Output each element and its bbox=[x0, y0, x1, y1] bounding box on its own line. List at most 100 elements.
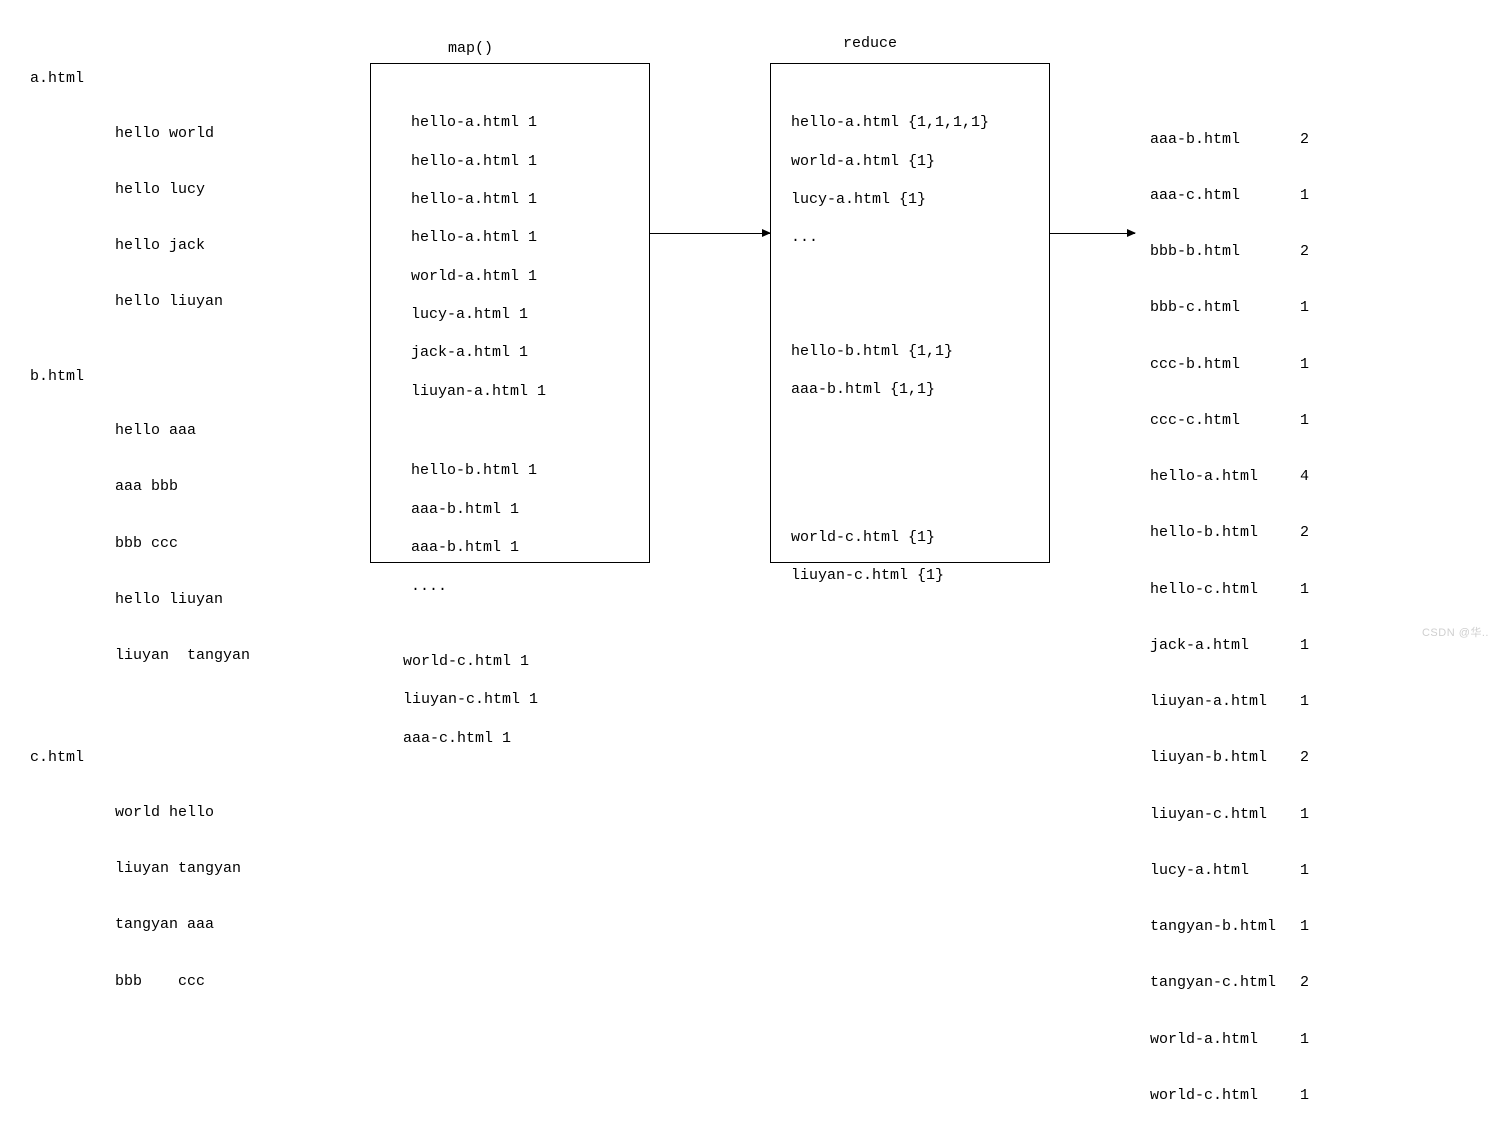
reduce-line: hello-a.html {1,1,1,1} bbox=[791, 113, 1029, 132]
map-label: map() bbox=[448, 40, 493, 57]
output-val: 1 bbox=[1300, 187, 1320, 206]
output-val: 2 bbox=[1300, 524, 1320, 543]
output-key: jack-a.html bbox=[1150, 637, 1300, 656]
diagram-stage: map() reduce a.html hello world hello lu… bbox=[0, 0, 1499, 648]
map-line: hello-a.html 1 bbox=[411, 228, 629, 247]
map-line: world-c.html 1 bbox=[403, 652, 629, 671]
output-val: 2 bbox=[1300, 131, 1320, 150]
reduce-line: liuyan-c.html {1} bbox=[791, 566, 1029, 585]
map-line: .... bbox=[411, 577, 629, 596]
arrow-map-to-reduce bbox=[650, 233, 770, 234]
output-val: 2 bbox=[1300, 974, 1320, 993]
output-row: world-a.html1 bbox=[1150, 1031, 1320, 1050]
output-val: 1 bbox=[1300, 693, 1320, 712]
file-line: bbb ccc bbox=[115, 973, 350, 992]
output-row: ccc-b.html1 bbox=[1150, 356, 1320, 375]
file-line: liuyan tangyan bbox=[115, 860, 350, 879]
file-b-label: b.html bbox=[30, 368, 350, 385]
map-line: liuyan-c.html 1 bbox=[403, 690, 629, 709]
output-key: lucy-a.html bbox=[1150, 862, 1300, 881]
output-key: hello-c.html bbox=[1150, 581, 1300, 600]
map-line: lucy-a.html 1 bbox=[411, 305, 629, 324]
output-row: world-c.html1 bbox=[1150, 1087, 1320, 1106]
output-row: tangyan-c.html2 bbox=[1150, 974, 1320, 993]
output-key: aaa-b.html bbox=[1150, 131, 1300, 150]
map-line: hello-b.html 1 bbox=[411, 461, 629, 480]
output-val: 1 bbox=[1300, 356, 1320, 375]
output-val: 1 bbox=[1300, 637, 1320, 656]
map-box: hello-a.html 1 hello-a.html 1 hello-a.ht… bbox=[370, 63, 650, 563]
output-list: aaa-b.html2 aaa-c.html1 bbb-b.html2 bbb-… bbox=[1150, 93, 1320, 1143]
output-val: 1 bbox=[1300, 412, 1320, 431]
reduce-line: aaa-b.html {1,1} bbox=[791, 380, 1029, 399]
output-val: 2 bbox=[1300, 749, 1320, 768]
output-val: 1 bbox=[1300, 581, 1320, 600]
map-line: hello-a.html 1 bbox=[411, 113, 629, 132]
file-a-label: a.html bbox=[30, 70, 350, 87]
output-row: aaa-b.html2 bbox=[1150, 131, 1320, 150]
file-line: hello liuyan bbox=[115, 293, 350, 312]
file-line: aaa bbb bbox=[115, 478, 350, 497]
output-val: 2 bbox=[1300, 243, 1320, 262]
output-row: bbb-c.html1 bbox=[1150, 299, 1320, 318]
watermark: CSDN @华.. bbox=[1422, 624, 1489, 640]
output-key: bbb-c.html bbox=[1150, 299, 1300, 318]
output-row: bbb-b.html2 bbox=[1150, 243, 1320, 262]
reduce-box: hello-a.html {1,1,1,1} world-a.html {1} … bbox=[770, 63, 1050, 563]
arrow-reduce-to-output bbox=[1050, 233, 1135, 234]
map-line: aaa-c.html 1 bbox=[403, 729, 629, 748]
output-row: lucy-a.html1 bbox=[1150, 862, 1320, 881]
file-line: liuyan tangyan bbox=[115, 647, 350, 666]
file-c-content: world hello liuyan tangyan tangyan aaa b… bbox=[115, 766, 350, 1029]
reduce-line: world-c.html {1} bbox=[791, 528, 1029, 547]
output-row: hello-c.html1 bbox=[1150, 581, 1320, 600]
output-key: tangyan-b.html bbox=[1150, 918, 1300, 937]
output-row: ccc-c.html1 bbox=[1150, 412, 1320, 431]
output-val: 4 bbox=[1300, 468, 1320, 487]
output-key: ccc-b.html bbox=[1150, 356, 1300, 375]
output-row: liuyan-c.html1 bbox=[1150, 806, 1320, 825]
file-line: tangyan aaa bbox=[115, 916, 350, 935]
reduce-line: world-a.html {1} bbox=[791, 152, 1029, 171]
output-key: tangyan-c.html bbox=[1150, 974, 1300, 993]
output-row: hello-a.html4 bbox=[1150, 468, 1320, 487]
output-key: ccc-c.html bbox=[1150, 412, 1300, 431]
output-key: world-a.html bbox=[1150, 1031, 1300, 1050]
map-line: world-a.html 1 bbox=[411, 267, 629, 286]
output-row: jack-a.html1 bbox=[1150, 637, 1320, 656]
output-row: liuyan-a.html1 bbox=[1150, 693, 1320, 712]
output-key: liuyan-b.html bbox=[1150, 749, 1300, 768]
file-line: hello jack bbox=[115, 237, 350, 256]
map-line: liuyan-a.html 1 bbox=[411, 382, 629, 401]
file-line: world hello bbox=[115, 804, 350, 823]
map-line: aaa-b.html 1 bbox=[411, 538, 629, 557]
output-row: liuyan-b.html2 bbox=[1150, 749, 1320, 768]
file-line: bbb ccc bbox=[115, 535, 350, 554]
output-key: hello-b.html bbox=[1150, 524, 1300, 543]
input-files: a.html hello world hello lucy hello jack… bbox=[30, 70, 350, 1029]
output-val: 1 bbox=[1300, 862, 1320, 881]
reduce-line: hello-b.html {1,1} bbox=[791, 342, 1029, 361]
file-line: hello liuyan bbox=[115, 591, 350, 610]
file-b-content: hello aaa aaa bbb bbb ccc hello liuyan l… bbox=[115, 385, 350, 704]
output-key: bbb-b.html bbox=[1150, 243, 1300, 262]
output-val: 1 bbox=[1300, 806, 1320, 825]
reduce-line: ... bbox=[791, 228, 1029, 247]
output-val: 1 bbox=[1300, 1087, 1320, 1106]
output-row: tangyan-b.html1 bbox=[1150, 918, 1320, 937]
output-key: hello-a.html bbox=[1150, 468, 1300, 487]
output-row: aaa-c.html1 bbox=[1150, 187, 1320, 206]
output-key: aaa-c.html bbox=[1150, 187, 1300, 206]
reduce-label: reduce bbox=[843, 35, 897, 52]
output-val: 1 bbox=[1300, 918, 1320, 937]
output-key: liuyan-a.html bbox=[1150, 693, 1300, 712]
file-line: hello world bbox=[115, 125, 350, 144]
map-line: hello-a.html 1 bbox=[411, 152, 629, 171]
file-line: hello aaa bbox=[115, 422, 350, 441]
file-c-label: c.html bbox=[30, 749, 350, 766]
output-row: hello-b.html2 bbox=[1150, 524, 1320, 543]
reduce-line: lucy-a.html {1} bbox=[791, 190, 1029, 209]
output-key: world-c.html bbox=[1150, 1087, 1300, 1106]
file-a-content: hello world hello lucy hello jack hello … bbox=[115, 87, 350, 350]
output-key: liuyan-c.html bbox=[1150, 806, 1300, 825]
